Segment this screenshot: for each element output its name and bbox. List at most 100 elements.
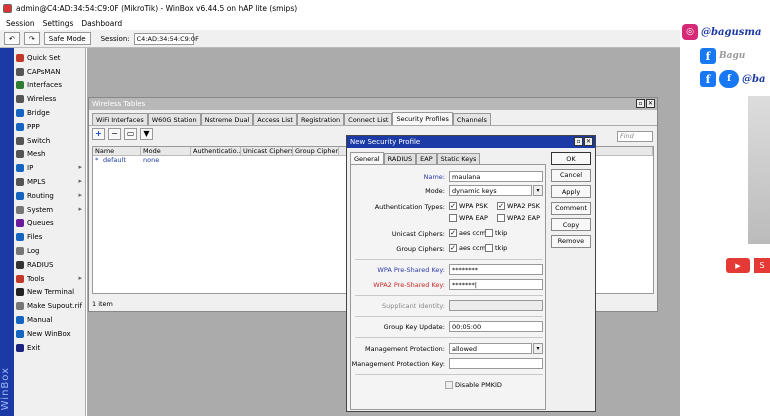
col-authentication[interactable]: Authenticatio...: [191, 147, 241, 155]
unicast-aes-checkbox[interactable]: ✓ aes ccm: [449, 229, 486, 237]
dialog-restore-icon[interactable]: ▫: [574, 137, 583, 146]
tab-registration[interactable]: Registration: [296, 113, 345, 125]
dialog-tab-static-keys[interactable]: Static Keys: [436, 153, 481, 164]
menu-settings[interactable]: Settings: [43, 19, 74, 28]
tab-wifi-interfaces[interactable]: WiFi Interfaces: [92, 113, 148, 125]
wireless-tables-titlebar[interactable]: Wireless Tables ▫ ✕: [89, 98, 657, 110]
group-key-update-label: Group Key Update:: [383, 323, 445, 331]
sidebar-item-interfaces[interactable]: Interfaces: [16, 79, 86, 93]
checkbox-box: [449, 214, 457, 222]
wpa2-key-input[interactable]: *******|: [449, 279, 543, 290]
sidebar-item-system[interactable]: System ▸: [16, 203, 86, 217]
wpa-psk-label: WPA PSK: [459, 202, 488, 210]
menu-dashboard[interactable]: Dashboard: [81, 19, 122, 28]
row-mode: none: [143, 156, 160, 164]
name-input[interactable]: maulana: [449, 171, 543, 182]
tab-channels[interactable]: Channels: [452, 113, 491, 125]
wpa2-eap-checkbox[interactable]: WPA2 EAP: [497, 214, 540, 222]
remove-button[interactable]: Remove: [551, 234, 591, 248]
safe-mode-button[interactable]: Safe Mode: [43, 32, 91, 45]
menu-session[interactable]: Session: [6, 19, 35, 28]
sidebar-item-make-supout-rif[interactable]: Make Supout.rif: [16, 299, 86, 313]
find-input[interactable]: Find: [617, 131, 653, 142]
sidebar-item-capsman[interactable]: CAPsMAN: [16, 65, 86, 79]
unicast-tkip-checkbox[interactable]: tkip: [485, 229, 507, 237]
wpa2-key-row: WPA2 Pre-Shared Key: *******|: [351, 279, 547, 291]
exit-icon: [16, 343, 24, 352]
sidebar-item-files[interactable]: Files: [16, 230, 86, 244]
dialog-tab-general[interactable]: General: [350, 152, 384, 164]
tab-connect-list[interactable]: Connect List: [344, 113, 393, 125]
wpa-key-input[interactable]: ********: [449, 264, 543, 275]
comment-button[interactable]: Comment: [551, 201, 591, 215]
mode-dropdown-button[interactable]: ▾: [533, 185, 543, 196]
sidebar-item-mpls[interactable]: MPLS ▸: [16, 175, 86, 189]
sidebar-item-quick-set[interactable]: Quick Set: [16, 51, 86, 65]
remove-button[interactable]: −: [108, 127, 121, 140]
mode-select[interactable]: dynamic keys: [449, 185, 532, 196]
sidebar-item-mesh[interactable]: Mesh: [16, 148, 86, 162]
session-field[interactable]: C4:AD:34:54:C9:0F: [133, 32, 199, 45]
redo-button[interactable]: ↷: [23, 32, 40, 45]
pmkid-row: Disable PMKID: [351, 380, 547, 392]
sidebar-item-queues[interactable]: Queues: [16, 217, 86, 231]
sidebar-item-wireless[interactable]: Wireless: [16, 92, 86, 106]
sidebar-item-new-terminal[interactable]: New Terminal: [16, 286, 86, 300]
facebook-page-badge: f: [719, 70, 739, 88]
sidebar-item-radius[interactable]: RADIUS: [16, 258, 86, 272]
wpa-eap-checkbox[interactable]: WPA EAP: [449, 214, 488, 222]
tab-nstreme-dual[interactable]: Nstreme Dual: [200, 113, 254, 125]
winbox-logo-icon: [3, 4, 12, 13]
sidebar-item-label: Manual: [27, 316, 53, 325]
sidebar-item-ip[interactable]: IP ▸: [16, 161, 86, 175]
wpa-psk-checkbox[interactable]: ✓ WPA PSK: [449, 202, 488, 210]
group-aes-checkbox[interactable]: ✓ aes ccm: [449, 244, 486, 252]
dialog-close-icon[interactable]: ✕: [584, 137, 593, 146]
close-icon[interactable]: ✕: [646, 99, 655, 108]
mgmt-protection-select[interactable]: allowed: [449, 343, 532, 354]
sidebar-item-switch[interactable]: Switch: [16, 134, 86, 148]
tab-w60g-station[interactable]: W60G Station: [147, 113, 201, 125]
winbox-brand-bar: WinBox: [0, 48, 14, 416]
sidebar-item-exit[interactable]: Exit: [16, 341, 86, 355]
tab-access-list[interactable]: Access List: [253, 113, 297, 125]
dialog-tab-radius[interactable]: RADIUS: [383, 153, 417, 164]
mgmt-key-input[interactable]: [449, 358, 543, 369]
group-key-update-input[interactable]: 00:05:00: [449, 321, 543, 332]
sidebar-item-bridge[interactable]: Bridge: [16, 106, 86, 120]
col-name[interactable]: Name: [93, 147, 141, 155]
dialog-titlebar[interactable]: New Security Profile ▫ ✕: [347, 136, 595, 148]
col-group-ciphers[interactable]: Group Ciphers: [293, 147, 339, 155]
apply-button[interactable]: Apply: [551, 185, 591, 198]
comment-button[interactable]: ▭: [124, 127, 137, 140]
group-tkip-checkbox[interactable]: tkip: [485, 244, 507, 252]
ok-button[interactable]: OK: [551, 152, 591, 165]
divider: [355, 295, 543, 296]
disable-pmkid-checkbox[interactable]: Disable PMKID: [445, 381, 502, 389]
sidebar-item-ppp[interactable]: PPP: [16, 120, 86, 134]
restore-icon[interactable]: ▫: [636, 99, 645, 108]
sidebar-item-log[interactable]: Log: [16, 244, 86, 258]
supplicant-input[interactable]: [449, 300, 543, 311]
checkbox-box: ✓: [449, 244, 457, 252]
filter-button[interactable]: ▼: [140, 127, 153, 140]
facebook-handle: f Bagu: [700, 48, 745, 64]
col-unicast-ciphers[interactable]: Unicast Ciphers: [241, 147, 293, 155]
undo-button[interactable]: ↶: [4, 32, 20, 45]
col-mode[interactable]: Mode: [141, 147, 191, 155]
sidebar-item-routing[interactable]: Routing ▸: [16, 189, 86, 203]
supout-icon: [16, 302, 24, 311]
dialog-tab-eap[interactable]: EAP: [416, 153, 437, 164]
sidebar-item-label: Queues: [27, 219, 54, 228]
wireless-tabs: WiFi Interfaces W60G Station Nstreme Dual A…: [89, 110, 657, 125]
sidebar-item-new-winbox[interactable]: New WinBox: [16, 327, 86, 341]
copy-button[interactable]: Copy: [551, 218, 591, 231]
sidebar-item-tools[interactable]: Tools ▸: [16, 272, 86, 286]
mgmt-dropdown-button[interactable]: ▾: [533, 343, 543, 354]
add-button[interactable]: +: [92, 127, 105, 140]
wireless-tables-title: Wireless Tables: [92, 100, 146, 108]
wpa2-psk-checkbox[interactable]: ✓ WPA2 PSK: [497, 202, 540, 210]
tab-security-profiles[interactable]: Security Profiles: [392, 112, 453, 125]
cancel-button[interactable]: Cancel: [551, 168, 591, 182]
sidebar-item-manual[interactable]: Manual: [16, 313, 86, 327]
